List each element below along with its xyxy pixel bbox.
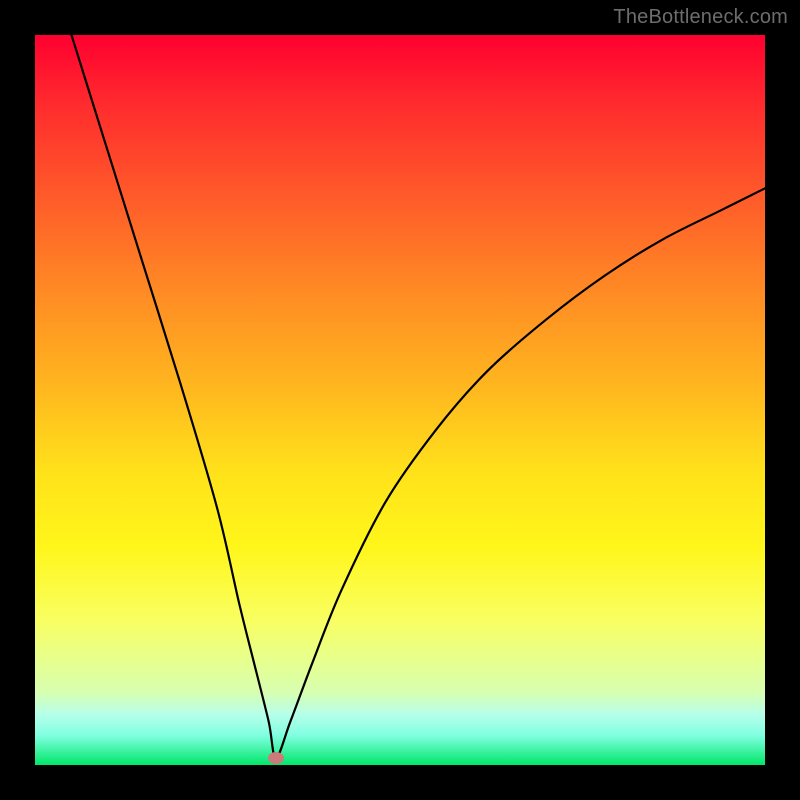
watermark-text: TheBottleneck.com [613, 6, 788, 29]
minimum-marker [268, 752, 284, 764]
curve-path [72, 35, 766, 758]
bottleneck-curve [35, 35, 765, 765]
chart-frame: TheBottleneck.com [0, 0, 800, 800]
plot-area [35, 35, 765, 765]
